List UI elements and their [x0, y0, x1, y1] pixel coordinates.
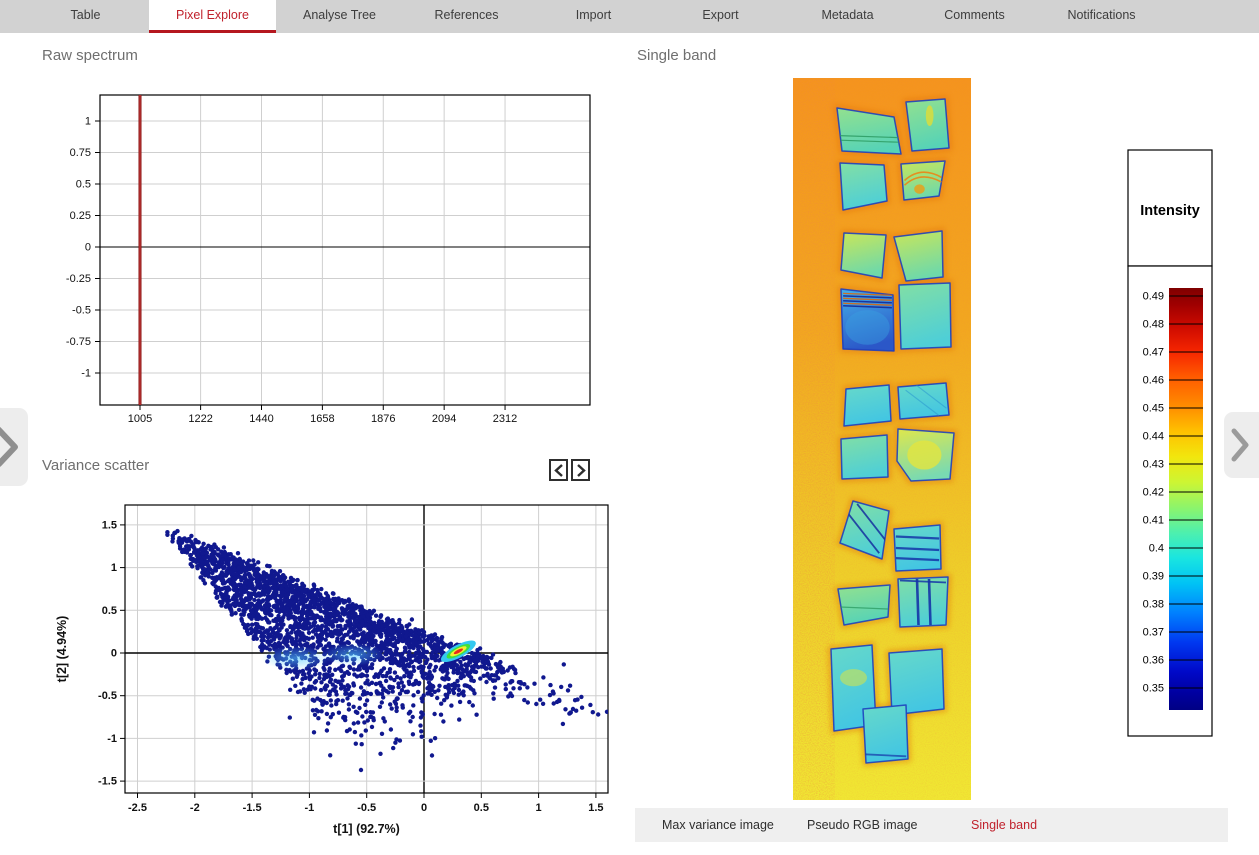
flake-3: [840, 163, 887, 210]
raw-spectrum-chart[interactable]: 1005 1222 1440 1658 1876 2094 2312 1 0.75 0.5 0.25…: [0, 88, 620, 440]
chevron-left-icon: [554, 464, 564, 477]
svg-text:-1: -1: [305, 802, 315, 814]
scatter-ylabel: t[2] (4.94%): [55, 616, 69, 683]
svg-text:-1: -1: [107, 733, 117, 745]
spectrum-axes: 1005 1222 1440 1658 1876 2094 2312 1 0.75 0.5 0.25…: [66, 116, 517, 426]
density-blob: [322, 644, 384, 666]
tab-import[interactable]: Import: [530, 0, 657, 33]
svg-text:-0.5: -0.5: [98, 690, 117, 702]
svg-text:1.5: 1.5: [102, 519, 117, 531]
svg-text:-1.5: -1.5: [243, 802, 262, 814]
pixel-explore-page: TablePixel ExploreAnalyse TreeReferences…: [0, 0, 1259, 855]
svg-text:-0.5: -0.5: [357, 802, 376, 814]
density-blob: [261, 646, 330, 670]
intensity-colorbar: Intensity 0.49 0.48 0.47 0.46 0.45 0.44 0.43 0.4…: [1120, 145, 1232, 745]
svg-text:0.35: 0.35: [1143, 683, 1164, 695]
svg-text:1: 1: [85, 116, 91, 128]
spectrum-grid: [100, 95, 590, 405]
single-band-image[interactable]: [793, 78, 971, 800]
single-band-title: Single band: [637, 47, 716, 64]
tab-references[interactable]: References: [403, 0, 530, 33]
colorbar-gradient: [1169, 288, 1203, 710]
flake-10: [898, 383, 949, 419]
svg-text:2094: 2094: [432, 413, 456, 425]
image-mode-pseudo-rgb-image[interactable]: Pseudo RGB image: [807, 808, 917, 842]
flake-9: [844, 385, 891, 426]
svg-text:0.48: 0.48: [1143, 319, 1164, 331]
tab-comments[interactable]: Comments: [911, 0, 1038, 33]
image-mode-single-band[interactable]: Single band: [971, 808, 1037, 842]
svg-text:-2.5: -2.5: [128, 802, 147, 814]
tab-export[interactable]: Export: [657, 0, 784, 33]
svg-text:0.4: 0.4: [1149, 543, 1164, 555]
svg-text:0.5: 0.5: [76, 179, 91, 191]
tab-bar-spacer: [0, 0, 22, 33]
svg-text:0.5: 0.5: [102, 605, 117, 617]
svg-text:2312: 2312: [493, 413, 517, 425]
svg-text:0.45: 0.45: [1143, 403, 1164, 415]
flake-8: [899, 283, 951, 349]
chevron-right-icon: [576, 464, 586, 477]
scatter-xlabel: t[1] (92.7%): [333, 822, 400, 836]
flake-11: [841, 435, 888, 479]
svg-text:0.44: 0.44: [1143, 431, 1164, 443]
flake-16: [898, 577, 948, 627]
svg-text:1876: 1876: [371, 413, 395, 425]
flake-2: [906, 99, 949, 151]
svg-text:0: 0: [111, 648, 117, 660]
tab-notifications[interactable]: Notifications: [1038, 0, 1165, 33]
svg-text:-1: -1: [81, 368, 91, 380]
prev-sample-button[interactable]: [0, 408, 28, 486]
svg-text:-0.5: -0.5: [72, 305, 91, 317]
svg-text:0.75: 0.75: [70, 147, 91, 159]
tab-analyse-tree[interactable]: Analyse Tree: [276, 0, 403, 33]
svg-text:0: 0: [421, 802, 427, 814]
variance-scatter-title: Variance scatter: [42, 457, 149, 474]
svg-text:0.25: 0.25: [70, 210, 91, 222]
tab-table[interactable]: Table: [22, 0, 149, 33]
band-left-speckle: [793, 78, 835, 800]
chevron-right-icon: [1230, 427, 1250, 463]
variance-scatter-chart[interactable]: -2.5 -2 -1.5 -1 -0.5 0 0.5 1 1.5 1.5 1 0.5 0 -0.5 -1 -1…: [0, 495, 632, 855]
raw-spectrum-title: Raw spectrum: [42, 47, 138, 64]
spectrum-plot-border: [100, 95, 590, 405]
svg-text:0.47: 0.47: [1143, 347, 1164, 359]
svg-text:1: 1: [111, 562, 117, 574]
svg-text:1: 1: [536, 802, 542, 814]
svg-text:0.49: 0.49: [1143, 291, 1164, 303]
svg-text:0: 0: [85, 242, 91, 254]
svg-text:0.41: 0.41: [1143, 515, 1164, 527]
svg-text:0.37: 0.37: [1143, 627, 1164, 639]
svg-text:1658: 1658: [310, 413, 334, 425]
tab-bar: TablePixel ExploreAnalyse TreeReferences…: [0, 0, 1259, 33]
flake-5: [841, 233, 886, 278]
scatter-points: [165, 529, 609, 772]
svg-text:1005: 1005: [128, 413, 152, 425]
image-mode-toolbar: Max variance image Pseudo RGB image Single…: [635, 808, 1228, 842]
svg-text:0.42: 0.42: [1143, 487, 1164, 499]
image-mode-max-variance-image[interactable]: Max variance image: [662, 808, 774, 842]
svg-text:-2: -2: [190, 802, 200, 814]
svg-text:1440: 1440: [249, 413, 273, 425]
next-sample-button[interactable]: [1224, 412, 1259, 478]
svg-text:0.5: 0.5: [474, 802, 489, 814]
svg-text:0.46: 0.46: [1143, 375, 1164, 387]
svg-text:0.43: 0.43: [1143, 459, 1164, 471]
colorbar-title: Intensity: [1140, 203, 1200, 219]
svg-text:-0.75: -0.75: [66, 336, 91, 348]
scatter-next-button[interactable]: [571, 459, 590, 481]
svg-text:0.39: 0.39: [1143, 571, 1164, 583]
svg-text:-0.25: -0.25: [66, 273, 91, 285]
tab-metadata[interactable]: Metadata: [784, 0, 911, 33]
tab-pixel-explore[interactable]: Pixel Explore: [149, 0, 276, 33]
svg-text:1222: 1222: [188, 413, 212, 425]
svg-text:0.36: 0.36: [1143, 655, 1164, 667]
scatter-prev-button[interactable]: [549, 459, 568, 481]
svg-text:0.38: 0.38: [1143, 599, 1164, 611]
chevron-right-icon: [0, 425, 20, 469]
svg-text:-1.5: -1.5: [98, 776, 117, 788]
svg-text:1.5: 1.5: [588, 802, 603, 814]
